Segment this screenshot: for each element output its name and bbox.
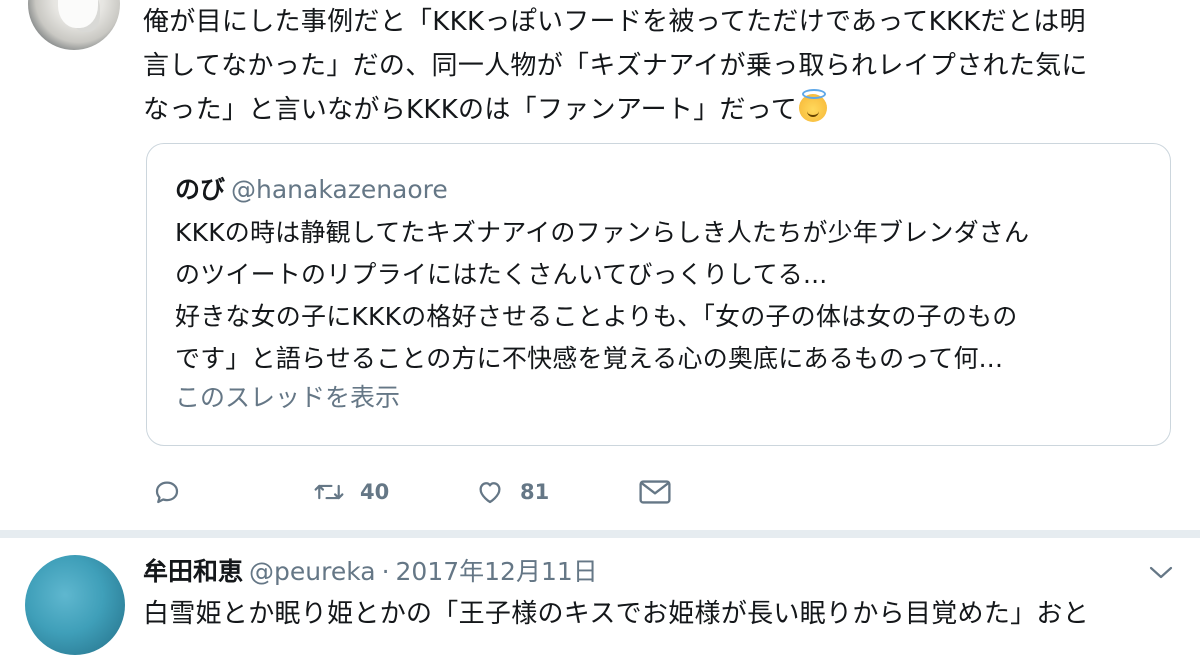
reply-button[interactable] (152, 470, 182, 514)
tweet-text: 白雪姫とか眠り姫とかの「王子様のキスでお姫様が長い眠りから目覚めた」おと (143, 599, 1090, 629)
smiling-face-with-halo-icon (799, 89, 828, 122)
quoted-text-line: のツイートのリプライにはたくさんいてびっくりしてる... (175, 260, 828, 289)
tweet-menu-button[interactable] (1148, 564, 1174, 584)
reply-icon (152, 477, 182, 507)
avatar[interactable] (28, 0, 120, 50)
quoted-text-line: です」と語らせることの方に不快感を覚える心の奥底にあるものって何... (175, 344, 1004, 373)
avatar[interactable] (25, 555, 125, 655)
quoted-text-line: KKKの時は静観してたキズナアイのファンらしき人たちが少年ブレンダさん (175, 218, 1030, 247)
quoted-text-line: 好きな女の子にKKKの格好させることよりも、「女の子の体は女の子のもの (175, 302, 1018, 331)
quoted-tweet-header: のび @hanakazenaore (175, 174, 448, 206)
chevron-down-icon (1148, 565, 1174, 584)
quoted-user-name[interactable]: のび (175, 175, 225, 204)
tweet[interactable]: 牟田和恵 @peureka · 2017年12月11日 白雪姫とか眠り姫とかの「王子様… (0, 538, 1200, 655)
show-thread-link[interactable]: このスレッドを表示 (175, 382, 400, 414)
tweet-text-line: なった」と言いながらKKKのは「ファンアート」だって (143, 88, 1183, 132)
tweet-actions: 40 81 (152, 470, 752, 514)
tweet-text-segment: なった」と言いながらKKKのは「ファンアート」だって (143, 95, 798, 125)
direct-message-button[interactable] (638, 470, 672, 514)
tweet-text-line: 俺が目にした事例だと「KKKっぽいフードを被ってただけであってKKKだとは明 (143, 7, 1086, 37)
tweet-text: 俺が目にした事例だと「KKKっぽいフードを被ってただけであってKKKだとは明 言… (143, 0, 1183, 132)
separator-dot: · (381, 557, 390, 586)
retweet-count: 40 (360, 480, 390, 504)
envelope-icon (638, 478, 672, 506)
quoted-tweet-text: KKKの時は静観してたキズナアイのファンらしき人たちが少年ブレンダさん のツイー… (175, 212, 1165, 380)
heart-icon (474, 477, 506, 507)
tweet[interactable]: 俺が目にした事例だと「KKKっぽいフードを被ってただけであってKKKだとは明 言… (0, 0, 1200, 532)
quoted-tweet[interactable]: のび @hanakazenaore KKKの時は静観してたキズナアイのファンらしき… (146, 143, 1171, 446)
retweet-icon (312, 477, 346, 507)
tweet-text-line: 言してなかった」だの、同一人物が「キズナアイが乗っ取られレイプされた気に (143, 51, 1088, 81)
like-button[interactable]: 81 (474, 470, 549, 514)
retweet-button[interactable]: 40 (312, 470, 389, 514)
tweet-divider (0, 530, 1200, 538)
user-handle[interactable]: @peureka (249, 557, 376, 586)
user-name[interactable]: 牟田和恵 (143, 557, 243, 586)
tweet-header: 牟田和恵 @peureka · 2017年12月11日 (143, 556, 598, 588)
tweet-date[interactable]: 2017年12月11日 (396, 557, 598, 586)
like-count: 81 (520, 480, 550, 504)
quoted-user-handle[interactable]: @hanakazenaore (231, 175, 448, 204)
